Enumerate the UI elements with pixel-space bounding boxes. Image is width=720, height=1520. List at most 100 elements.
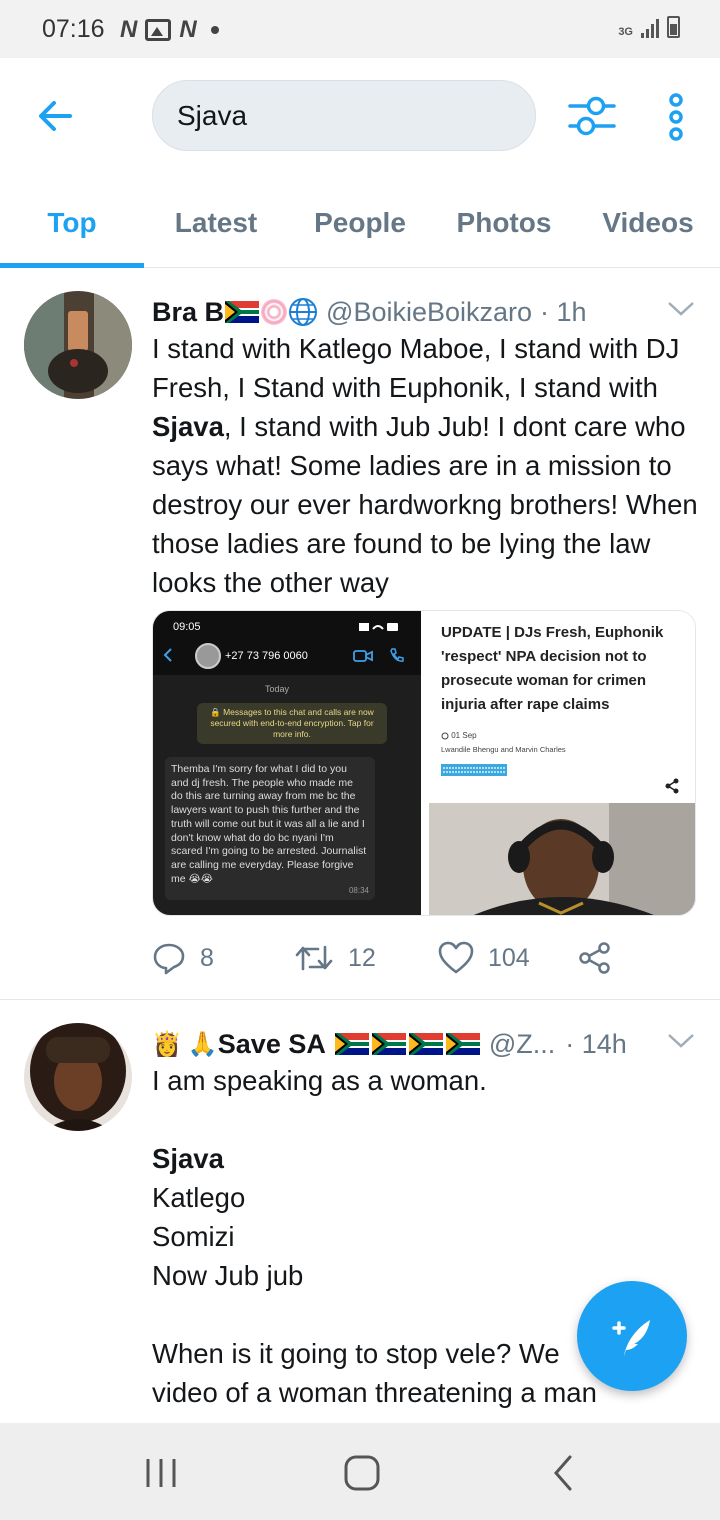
notification-icons: N N — [120, 16, 219, 44]
tweet-header: Bra B @BoikieBoikzaro · 1h — [152, 292, 696, 332]
chat-contact-avatar — [195, 643, 221, 669]
folded-hands-emoji-icon: 🙏 — [187, 1030, 218, 1058]
chat-contact-number: +27 73 796 0060 — [225, 650, 308, 662]
tab-people[interactable]: People — [288, 178, 432, 267]
chat-message-time: 08:34 — [348, 885, 369, 895]
clock-icon — [441, 732, 449, 740]
avatar[interactable] — [24, 291, 132, 399]
tweet-line: I am speaking as a woman. — [152, 1065, 487, 1096]
tweet-actions: 8 12 104 — [152, 936, 672, 980]
spiral-emoji-icon — [261, 299, 288, 325]
gallery-notification-icon — [145, 19, 172, 41]
video-call-icon — [353, 650, 373, 662]
retweet-button[interactable]: 12 — [294, 936, 376, 980]
chat-back-icon — [163, 648, 172, 662]
user-handle[interactable]: @Z... — [489, 1029, 555, 1060]
search-query: Sjava — [177, 99, 248, 131]
south-africa-flags — [334, 1033, 481, 1055]
signal-icon — [641, 18, 659, 38]
tweet-text-part: I stand with Katlego Maboe, I stand with… — [152, 333, 680, 403]
tweet-text-part: , I stand with Jub Jub! I dont care who … — [152, 411, 698, 598]
like-button[interactable]: 104 — [438, 936, 530, 980]
phone-status-icons — [359, 623, 398, 631]
more-vert-icon[interactable] — [664, 92, 688, 142]
tweet-media[interactable]: 09:05 +27 73 796 0060 Today 🔒 Messages t… — [152, 610, 696, 916]
tweet-line — [152, 1100, 700, 1139]
tab-photos[interactable]: Photos — [432, 178, 576, 267]
compose-icon — [612, 1320, 650, 1356]
avatar[interactable] — [24, 1023, 132, 1131]
system-navigation-bar — [0, 1423, 720, 1520]
search-header: Sjava — [0, 58, 720, 178]
chevron-down-icon[interactable] — [666, 1031, 696, 1051]
display-name[interactable]: Save SA — [218, 1029, 326, 1060]
reply-icon — [153, 943, 185, 975]
netflix-notification-icon: N — [120, 16, 138, 43]
tab-videos[interactable]: Videos — [576, 178, 720, 267]
south-africa-flag-icon — [408, 1033, 443, 1055]
reply-count: 8 — [200, 943, 214, 972]
tweet-header: 👸 🙏 Save SA @Z... · 14h — [152, 1024, 696, 1064]
chat-message-bubble: Themba I'm sorry for what I did to you a… — [165, 757, 375, 901]
avatar-photo — [24, 1023, 132, 1131]
tweet-line: Katlego — [152, 1182, 246, 1213]
news-photo — [429, 803, 695, 915]
search-tabs: Top Latest People Photos Videos — [0, 178, 720, 268]
tweet-text: I stand with Katlego Maboe, I stand with… — [152, 329, 700, 602]
tweet-time: · 1h — [540, 296, 587, 327]
tweet-time: · 14h — [565, 1028, 627, 1059]
chat-header: 09:05 +27 73 796 0060 — [153, 611, 421, 675]
news-headline: UPDATE | DJs Fresh, Euphonik 'respect' N… — [441, 624, 664, 713]
tab-top[interactable]: Top — [0, 178, 144, 268]
news-date: 01 Sep — [441, 731, 477, 740]
filter-icon[interactable] — [566, 92, 618, 140]
news-date-text: 01 Sep — [451, 731, 477, 740]
retweet-icon — [295, 945, 333, 971]
news-authors: Lwandile Bhengu and Marvin Charles — [441, 745, 566, 754]
media-image-chat-screenshot[interactable]: 09:05 +27 73 796 0060 Today 🔒 Messages t… — [153, 611, 421, 915]
netflix-notification-icon: N — [179, 16, 197, 43]
search-term-highlight: Sjava — [152, 411, 224, 442]
south-africa-flag-icon — [445, 1033, 480, 1055]
home-icon[interactable] — [340, 1453, 384, 1493]
status-time: 07:16 — [42, 15, 105, 43]
share-icon — [579, 942, 610, 974]
news-publisher-logo — [441, 764, 507, 776]
display-name[interactable]: Bra B — [152, 297, 224, 328]
network-type-label: 3G — [618, 26, 633, 38]
south-africa-flag-icon — [334, 1033, 369, 1055]
like-count: 104 — [488, 943, 530, 972]
chat-day-label: Today — [265, 684, 290, 694]
reply-button[interactable]: 8 — [152, 936, 214, 980]
back-arrow-icon[interactable] — [34, 94, 78, 138]
princess-emoji-icon: 👸 — [152, 1030, 182, 1058]
tab-latest[interactable]: Latest — [144, 178, 288, 267]
status-bar: 07:16 N N 3G — [0, 0, 720, 58]
south-africa-flag-icon — [371, 1033, 406, 1055]
back-nav-icon[interactable] — [542, 1453, 586, 1493]
chat-message-text: Themba I'm sorry for what I did to you a… — [171, 763, 367, 885]
chevron-down-icon[interactable] — [666, 299, 696, 319]
south-africa-flag-icon — [225, 301, 260, 323]
system-icons: 3G — [618, 16, 680, 38]
compose-tweet-button[interactable] — [577, 1281, 687, 1391]
user-handle[interactable]: @BoikieBoikzaro — [326, 297, 532, 328]
avatar-photo — [24, 291, 132, 399]
more-notifications-dot-icon — [210, 26, 219, 34]
chat-encryption-notice: 🔒 Messages to this chat and calls are no… — [197, 703, 387, 744]
search-input[interactable]: Sjava — [152, 80, 536, 151]
chat-status-time: 09:05 — [173, 621, 201, 633]
share-button[interactable] — [578, 936, 612, 980]
globe-icon — [289, 298, 318, 326]
like-icon — [438, 941, 474, 974]
tweet-line: Somizi — [152, 1221, 235, 1252]
dj-photo — [429, 803, 695, 915]
retweet-count: 12 — [348, 943, 376, 972]
share-icon — [665, 778, 679, 794]
search-term-highlight: Sjava — [152, 1143, 224, 1174]
battery-icon — [667, 16, 680, 38]
tweet[interactable]: Bra B @BoikieBoikzaro · 1h I stand with … — [0, 268, 720, 999]
recents-icon[interactable] — [140, 1453, 184, 1493]
voice-call-icon — [390, 648, 404, 662]
media-image-news-article[interactable]: UPDATE | DJs Fresh, Euphonik 'respect' N… — [429, 611, 695, 915]
